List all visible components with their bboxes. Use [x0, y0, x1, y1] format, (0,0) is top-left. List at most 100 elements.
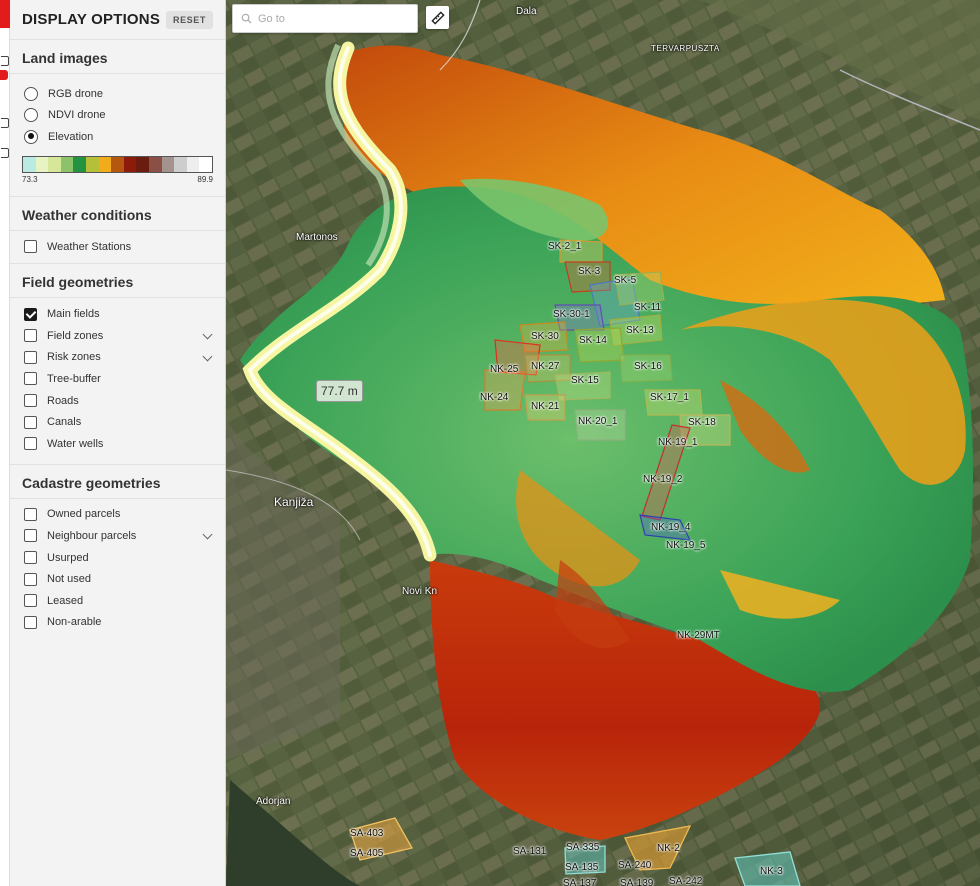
canals-checkbox[interactable] — [24, 415, 37, 429]
not-used-checkbox[interactable] — [24, 572, 37, 586]
field-label[interactable]: SK-11 — [634, 302, 661, 313]
option-owned-parcels[interactable]: Owned parcels — [10, 504, 225, 526]
parcel-label[interactable]: SA-335 — [566, 842, 599, 853]
place-label-dala: Dala — [516, 6, 537, 17]
panel-header: DISPLAY OPTIONS RESET — [10, 0, 225, 40]
option-roads[interactable]: Roads — [10, 390, 225, 412]
tree-buffer-checkbox[interactable] — [24, 372, 37, 386]
field-nk-24[interactable] — [484, 369, 526, 411]
option-usurped[interactable]: Usurped — [10, 547, 225, 569]
field-label[interactable]: SK-17_1 — [650, 392, 689, 403]
layers-icon[interactable] — [1, 56, 9, 66]
parcel-label[interactable]: NK-3 — [760, 866, 783, 877]
tool-icon-2[interactable] — [1, 148, 9, 158]
field-label[interactable]: NK-19_2 — [643, 474, 682, 485]
main-fields-label: Main fields — [47, 308, 100, 321]
roads-checkbox[interactable] — [24, 394, 37, 408]
parcel-label[interactable]: SA-137 — [563, 878, 596, 886]
field-label[interactable]: SK-14 — [579, 335, 607, 346]
field-label[interactable]: SK-2_1 — [548, 241, 581, 252]
place-label-martonos: Martonos — [296, 232, 338, 243]
option-risk-zones[interactable]: Risk zones — [10, 347, 225, 369]
parcel-label[interactable]: SA-242 — [669, 876, 702, 886]
reset-button[interactable]: RESET — [165, 10, 213, 29]
field-zones-label: Field zones — [47, 329, 104, 342]
weather-stations-checkbox[interactable] — [24, 240, 37, 254]
option-field-zones[interactable]: Field zones — [10, 325, 225, 347]
search-icon — [241, 13, 252, 24]
legend-swatch — [98, 156, 112, 172]
tree-buffer-label: Tree-buffer — [47, 372, 101, 385]
option-ndvi-drone[interactable]: NDVI drone — [10, 105, 225, 127]
ndvi-drone-radio[interactable] — [24, 108, 38, 123]
risk-zones-checkbox[interactable] — [24, 350, 37, 364]
water-wells-checkbox[interactable] — [24, 437, 37, 451]
field-label[interactable]: SK-13 — [626, 325, 654, 336]
non-arable-checkbox[interactable] — [24, 615, 37, 629]
option-non-arable[interactable]: Non-arable — [10, 612, 225, 634]
map-view[interactable]: Dala TERVARPUSZTA Martonos Kanjiža Novi … — [226, 0, 980, 886]
chevron-down-icon[interactable] — [202, 529, 213, 540]
parcel-label[interactable]: SA-135 — [565, 862, 598, 873]
field-label[interactable]: NK-20_1 — [578, 416, 617, 427]
chevron-down-icon[interactable] — [202, 351, 213, 362]
field-label[interactable]: SK-30 — [531, 331, 559, 342]
option-water-wells[interactable]: Water wells — [10, 433, 225, 455]
parcel-label[interactable]: SA-240 — [618, 860, 651, 871]
option-elevation[interactable]: Elevation — [10, 126, 225, 148]
field-label[interactable]: SK-5 — [614, 275, 636, 286]
field-label[interactable]: NK-24 — [480, 392, 508, 403]
parcel-label[interactable]: SA-405 — [350, 848, 383, 859]
legend-swatch — [199, 156, 212, 172]
field-label[interactable]: SK-3 — [578, 266, 600, 277]
parcel-label[interactable]: SA-139 — [620, 878, 653, 886]
rgb-drone-label: RGB drone — [48, 87, 104, 100]
option-canals[interactable]: Canals — [10, 411, 225, 433]
option-main-fields[interactable]: Main fields — [10, 303, 225, 325]
app-logo[interactable] — [0, 0, 10, 28]
option-weather-stations[interactable]: Weather Stations — [10, 236, 225, 258]
option-leased[interactable]: Leased — [10, 590, 225, 612]
map-canvas[interactable] — [226, 0, 980, 886]
legend-swatch — [73, 156, 86, 172]
chevron-down-icon[interactable] — [202, 329, 213, 340]
place-label-novi-kn: Novi Kn — [402, 586, 438, 597]
usurped-checkbox[interactable] — [24, 551, 37, 565]
field-zones-checkbox[interactable] — [24, 329, 37, 343]
goto-search-box[interactable] — [232, 4, 418, 33]
owned-parcels-checkbox[interactable] — [24, 507, 37, 521]
field-label[interactable]: NK-19_5 — [666, 540, 705, 551]
field-label[interactable]: SK-16 — [634, 361, 662, 372]
parcel-label[interactable]: SA-403 — [350, 828, 383, 839]
place-label-adorjan: Adorjan — [256, 796, 291, 807]
canals-label: Canals — [47, 416, 82, 429]
goto-input[interactable] — [258, 12, 398, 25]
field-label[interactable]: SK-30-1 — [553, 309, 590, 320]
neighbour-parcels-checkbox[interactable] — [24, 529, 37, 543]
parcel-label[interactable]: NK-2 — [657, 843, 680, 854]
legend-swatch — [186, 156, 200, 172]
legend-swatch — [111, 156, 124, 172]
field-label[interactable]: NK-27 — [531, 361, 559, 372]
tool-icon[interactable] — [1, 118, 9, 128]
field-label[interactable]: NK-21 — [531, 401, 559, 412]
main-fields-checkbox[interactable] — [24, 307, 37, 321]
option-not-used[interactable]: Not used — [10, 568, 225, 590]
field-label[interactable]: NK-19_4 — [651, 522, 690, 533]
rgb-drone-radio[interactable] — [24, 86, 38, 101]
legend-swatch — [161, 156, 175, 172]
usurped-label: Usurped — [47, 551, 89, 564]
option-tree-buffer[interactable]: Tree-buffer — [10, 368, 225, 390]
ruler-button[interactable] — [426, 6, 449, 29]
field-label[interactable]: NK-19_1 — [658, 437, 697, 448]
field-label[interactable]: NK-29MT — [677, 630, 720, 641]
parcel-label[interactable]: SA-131 — [513, 846, 546, 857]
field-label[interactable]: NK-25 — [490, 364, 518, 375]
field-label[interactable]: SK-18 — [688, 417, 716, 428]
option-neighbour-parcels[interactable]: Neighbour parcels — [10, 525, 225, 547]
field-label[interactable]: SK-15 — [571, 375, 599, 386]
option-rgb-drone[interactable]: RGB drone — [10, 83, 225, 105]
elevation-radio[interactable] — [24, 129, 38, 144]
display-options-panel: DISPLAY OPTIONS RESET Land images RGB dr… — [10, 0, 226, 886]
leased-checkbox[interactable] — [24, 594, 37, 608]
